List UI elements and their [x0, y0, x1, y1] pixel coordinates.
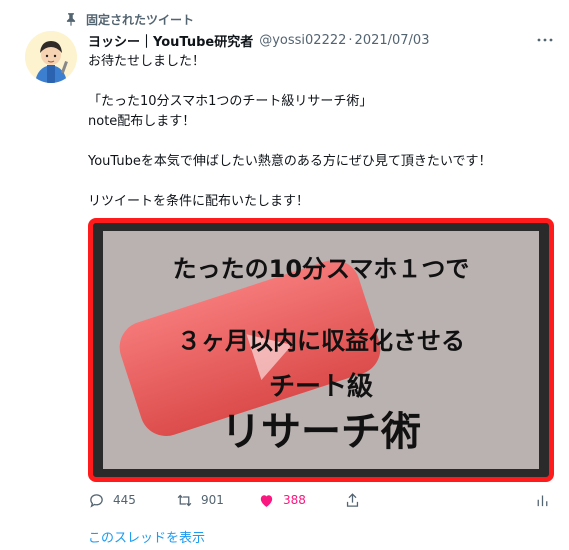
like-count: 388	[283, 493, 306, 507]
share-icon	[346, 492, 359, 507]
retweet-count: 901	[201, 493, 224, 507]
tweet-media-image[interactable]: たったの10分スマホ１つで ３ヶ月以内に収益化させる チート級 リサーチ術	[88, 218, 554, 482]
heart-icon	[260, 494, 273, 507]
analytics-button[interactable]	[534, 490, 559, 510]
reply-button[interactable]: 445	[88, 490, 136, 510]
media-text-line3: チート級	[268, 372, 373, 402]
tweet-line: リツイートを条件に配布いたします！	[88, 194, 310, 209]
tweet-actions: 445 901 388	[88, 490, 554, 510]
reply-icon	[90, 493, 103, 508]
tweet-header: ヨッシー｜YouTube研究者 @yossi02222 · 2021/07/03	[88, 30, 555, 50]
media-text-line2: ３ヶ月以内に収益化させる	[177, 327, 465, 355]
tweet-line: 「たった10分スマホ1つのチート級リサーチ術」	[88, 94, 373, 109]
author-name[interactable]: ヨッシー｜YouTube研究者	[88, 31, 253, 50]
show-thread-link[interactable]: このスレッドを表示	[88, 527, 205, 546]
tweet-line: note配布します！	[88, 114, 196, 129]
media-text-line1: たったの10分スマホ１つで	[172, 255, 470, 283]
like-button[interactable]: 388	[258, 490, 306, 510]
reply-count: 445	[113, 493, 136, 507]
avatar[interactable]	[25, 31, 77, 83]
tweet-line: YouTubeを本気で伸ばしたい熱意のある方にぜひ見て頂きたいです！	[88, 154, 492, 169]
more-options-icon[interactable]	[535, 32, 555, 48]
tweet-text: お待たせしました！ 「たった10分スマホ1つのチート級リサーチ術」 note配布…	[88, 52, 558, 212]
media-thumbnail: たったの10分スマホ１つで ３ヶ月以内に収益化させる チート級 リサーチ術	[103, 231, 539, 469]
tweet-date[interactable]: 2021/07/03	[355, 33, 430, 48]
pinned-label: 固定されたツイート	[86, 13, 195, 27]
analytics-icon	[537, 495, 548, 506]
media-text-line4: リサーチ術	[221, 409, 421, 455]
header-separator: ·	[348, 32, 353, 48]
retweet-icon	[177, 494, 192, 506]
share-button[interactable]	[344, 490, 369, 510]
avatar-illustration	[25, 31, 77, 83]
pin-icon	[66, 13, 76, 26]
author-handle[interactable]: @yossi02222	[259, 33, 346, 48]
retweet-button[interactable]: 901	[176, 490, 224, 510]
tweet-line: お待たせしました！	[88, 54, 206, 69]
